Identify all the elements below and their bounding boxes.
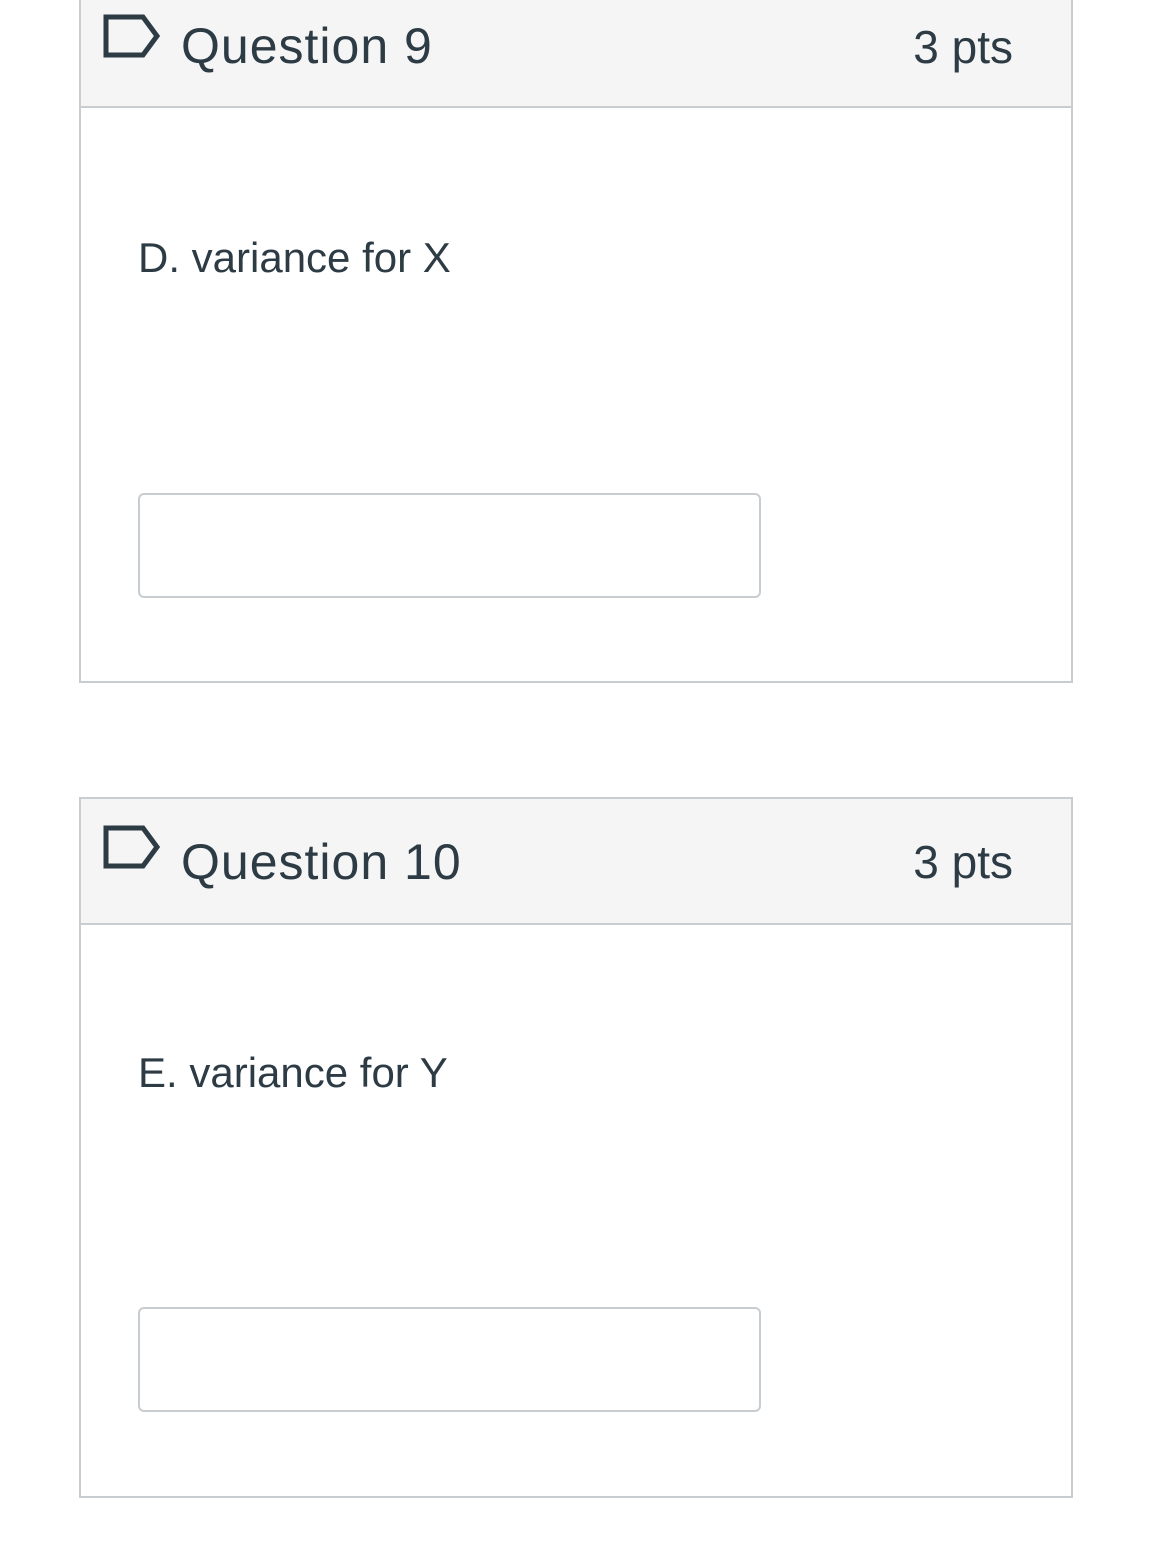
question-header: Question 10 3 pts	[81, 799, 1071, 925]
question-points: 3 pts	[913, 21, 1013, 73]
answer-input[interactable]	[138, 493, 761, 598]
answer-input[interactable]	[138, 1307, 761, 1412]
flag-question-icon[interactable]	[103, 825, 161, 869]
question-header: Question 9 3 pts	[81, 0, 1071, 108]
question-points: 3 pts	[913, 836, 1013, 888]
question-10-card: Question 10 3 pts E. variance for Y	[79, 797, 1073, 1498]
question-prompt: E. variance for Y	[138, 1049, 448, 1096]
question-title: Question 10	[181, 834, 462, 890]
question-prompt: D. variance for X	[138, 234, 451, 281]
flag-question-icon[interactable]	[103, 14, 161, 58]
question-title: Question 9	[181, 18, 433, 74]
question-9-card: Question 9 3 pts D. variance for X	[79, 0, 1073, 683]
